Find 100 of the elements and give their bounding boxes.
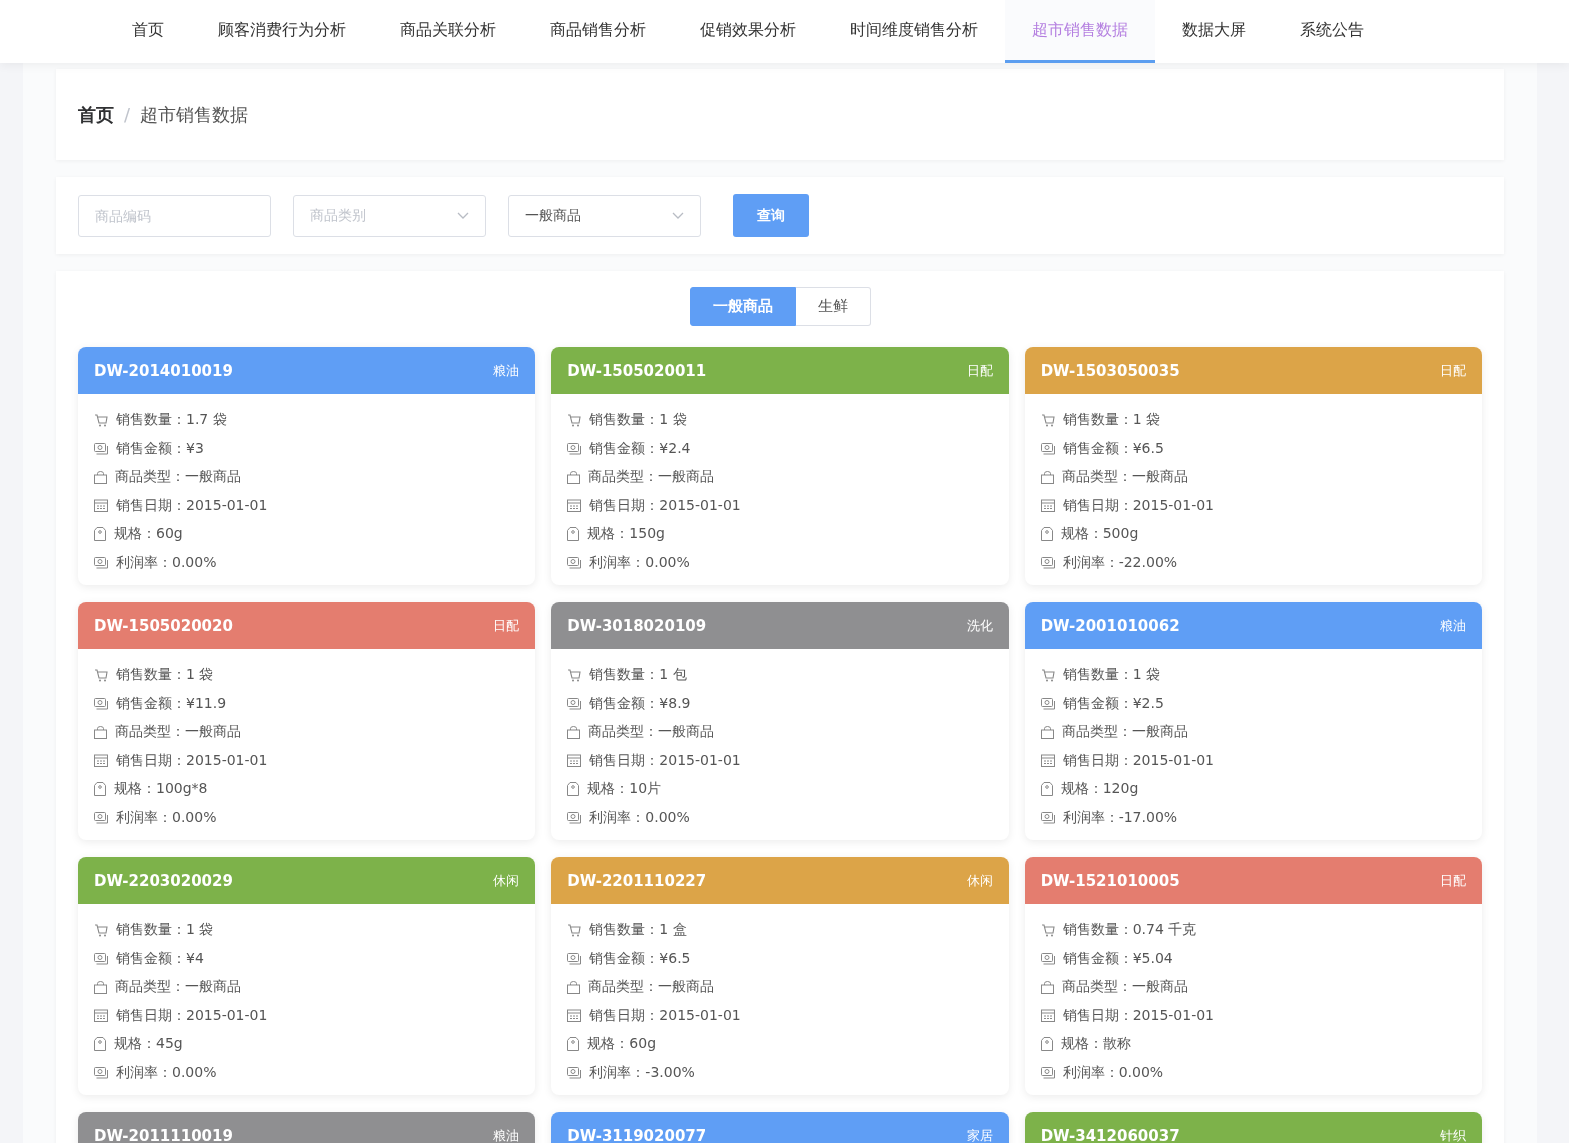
card-field: 销售金额：¥3 <box>116 439 204 458</box>
card-field: 规格：500g <box>1060 525 1139 544</box>
bag-icon <box>1040 725 1054 739</box>
card-field: 商品类型：一般商品 <box>1061 468 1188 487</box>
card-field: 销售金额：¥6.5 <box>1062 439 1164 458</box>
nav-tab[interactable]: 商品关联分析 <box>373 0 523 63</box>
banknote-icon <box>94 811 108 824</box>
nav-tab[interactable]: 顾客消费行为分析 <box>191 0 373 63</box>
card-field: 销售数量：1 袋 <box>116 666 214 685</box>
category-label: 粮油 <box>493 1126 520 1143</box>
nav-tab[interactable]: 系统公告 <box>1273 0 1391 63</box>
banknote-icon <box>567 952 582 965</box>
banknote-icon <box>567 697 582 710</box>
category-label: 日配 <box>493 616 520 635</box>
card-field: 商品类型：一般商品 <box>115 978 241 997</box>
card-field: 规格：45g <box>114 1035 183 1054</box>
product-code: DW-1505020020 <box>94 616 233 635</box>
card-field: 销售金额：¥11.9 <box>116 694 227 713</box>
nav-tab[interactable]: 首页 <box>105 0 191 63</box>
breadcrumb-item: 超市销售数据 <box>140 102 249 127</box>
cart-icon <box>567 413 582 427</box>
product-code: DW-3119020077 <box>567 1126 707 1143</box>
category-label: 家居 <box>966 1126 993 1143</box>
category-label: 休闲 <box>493 871 520 890</box>
type-tab[interactable]: 生鲜 <box>795 287 871 326</box>
tag-icon <box>94 527 106 542</box>
product-code: DW-1503050035 <box>1040 361 1180 380</box>
calendar-icon <box>1040 499 1055 513</box>
category-label: 日配 <box>966 361 993 380</box>
card-field: 利润率：0.00% <box>589 553 690 572</box>
card-field: 商品类型：一般商品 <box>588 978 715 997</box>
type-select[interactable]: 一般商品 <box>508 194 701 237</box>
calendar-icon <box>94 1009 108 1023</box>
card-field: 销售金额：¥2.4 <box>589 439 691 458</box>
card-field: 利润率：0.00% <box>589 808 690 827</box>
chevron-down-icon <box>457 211 469 220</box>
bag-icon <box>567 725 581 739</box>
card-field: 销售日期：2015-01-01 <box>589 496 741 515</box>
bag-icon <box>94 470 107 484</box>
cart-icon <box>94 923 108 937</box>
card-field: 规格：60g <box>587 1035 657 1054</box>
tag-icon <box>1040 527 1053 542</box>
category-label: 洗化 <box>966 616 993 635</box>
chevron-down-icon <box>672 211 684 220</box>
banknote-icon <box>94 697 108 710</box>
calendar-icon <box>567 499 582 513</box>
banknote-icon <box>1040 697 1055 710</box>
card-field: 销售日期：2015-01-01 <box>1062 1006 1215 1025</box>
card-field: 销售数量：1.7 袋 <box>116 411 227 430</box>
category-label: 粮油 <box>493 361 520 380</box>
banknote-icon <box>94 442 108 455</box>
calendar-icon <box>94 499 108 513</box>
banknote-icon <box>567 442 582 455</box>
card-field: 利润率：0.00% <box>1062 1063 1164 1082</box>
card-field: 销售日期：2015-01-01 <box>589 751 741 770</box>
product-code: DW-3018020109 <box>567 616 707 635</box>
card-field: 商品类型：一般商品 <box>1061 978 1188 997</box>
nav-tab[interactable]: 时间维度销售分析 <box>823 0 1005 63</box>
card-field: 销售数量：1 盒 <box>589 921 687 940</box>
cart-icon <box>1040 923 1055 937</box>
banknote-icon <box>567 556 582 569</box>
card-field: 规格：120g <box>1060 780 1139 799</box>
cart-icon <box>1040 413 1055 427</box>
banknote-icon <box>94 952 108 965</box>
category-label: 休闲 <box>966 871 993 890</box>
tag-icon <box>1040 782 1053 797</box>
card-field: 销售日期：2015-01-01 <box>1062 751 1215 770</box>
banknote-icon <box>94 556 108 569</box>
product-code: DW-1521010005 <box>1040 871 1180 890</box>
nav-tab[interactable]: 促销效果分析 <box>673 0 823 63</box>
card-field: 销售数量：0.74 千克 <box>1062 921 1197 940</box>
cart-icon <box>94 413 108 427</box>
card-field: 利润率：0.00% <box>116 553 217 572</box>
card-field: 利润率：-3.00% <box>589 1063 695 1082</box>
tag-icon <box>1040 1037 1053 1052</box>
card-field: 规格：100g*8 <box>114 780 208 799</box>
card-field: 规格：10片 <box>587 780 662 799</box>
product-code: DW-2203020029 <box>94 871 233 890</box>
card-field: 销售金额：¥4 <box>116 949 204 968</box>
card-field: 利润率：-17.00% <box>1062 808 1178 827</box>
card-field: 规格：150g <box>587 525 665 544</box>
nav-tab[interactable]: 商品销售分析 <box>523 0 673 63</box>
product-code: DW-3412060037 <box>1040 1126 1180 1143</box>
card-field: 销售金额：¥8.9 <box>589 694 691 713</box>
breadcrumb-separator: / <box>124 104 131 125</box>
product-code: DW-2201110227 <box>567 871 707 890</box>
card-field: 商品类型：一般商品 <box>115 723 241 742</box>
card-field: 销售数量：1 袋 <box>1062 666 1160 685</box>
calendar-icon <box>567 1009 582 1023</box>
nav-tab[interactable]: 数据大屏 <box>1155 0 1273 63</box>
card-field: 商品类型：一般商品 <box>588 468 715 487</box>
tag-icon <box>94 1037 106 1052</box>
card-field: 销售数量：1 袋 <box>589 411 687 430</box>
product-code-field[interactable]: 商品编码 <box>78 194 271 237</box>
card-field: 规格：60g <box>114 525 183 544</box>
banknote-icon <box>1040 811 1055 824</box>
card-field: 销售金额：¥2.5 <box>1062 694 1164 713</box>
banknote-icon <box>1040 1066 1055 1079</box>
card-field: 利润率：0.00% <box>116 808 217 827</box>
breadcrumb-item[interactable]: 首页 <box>78 102 114 127</box>
